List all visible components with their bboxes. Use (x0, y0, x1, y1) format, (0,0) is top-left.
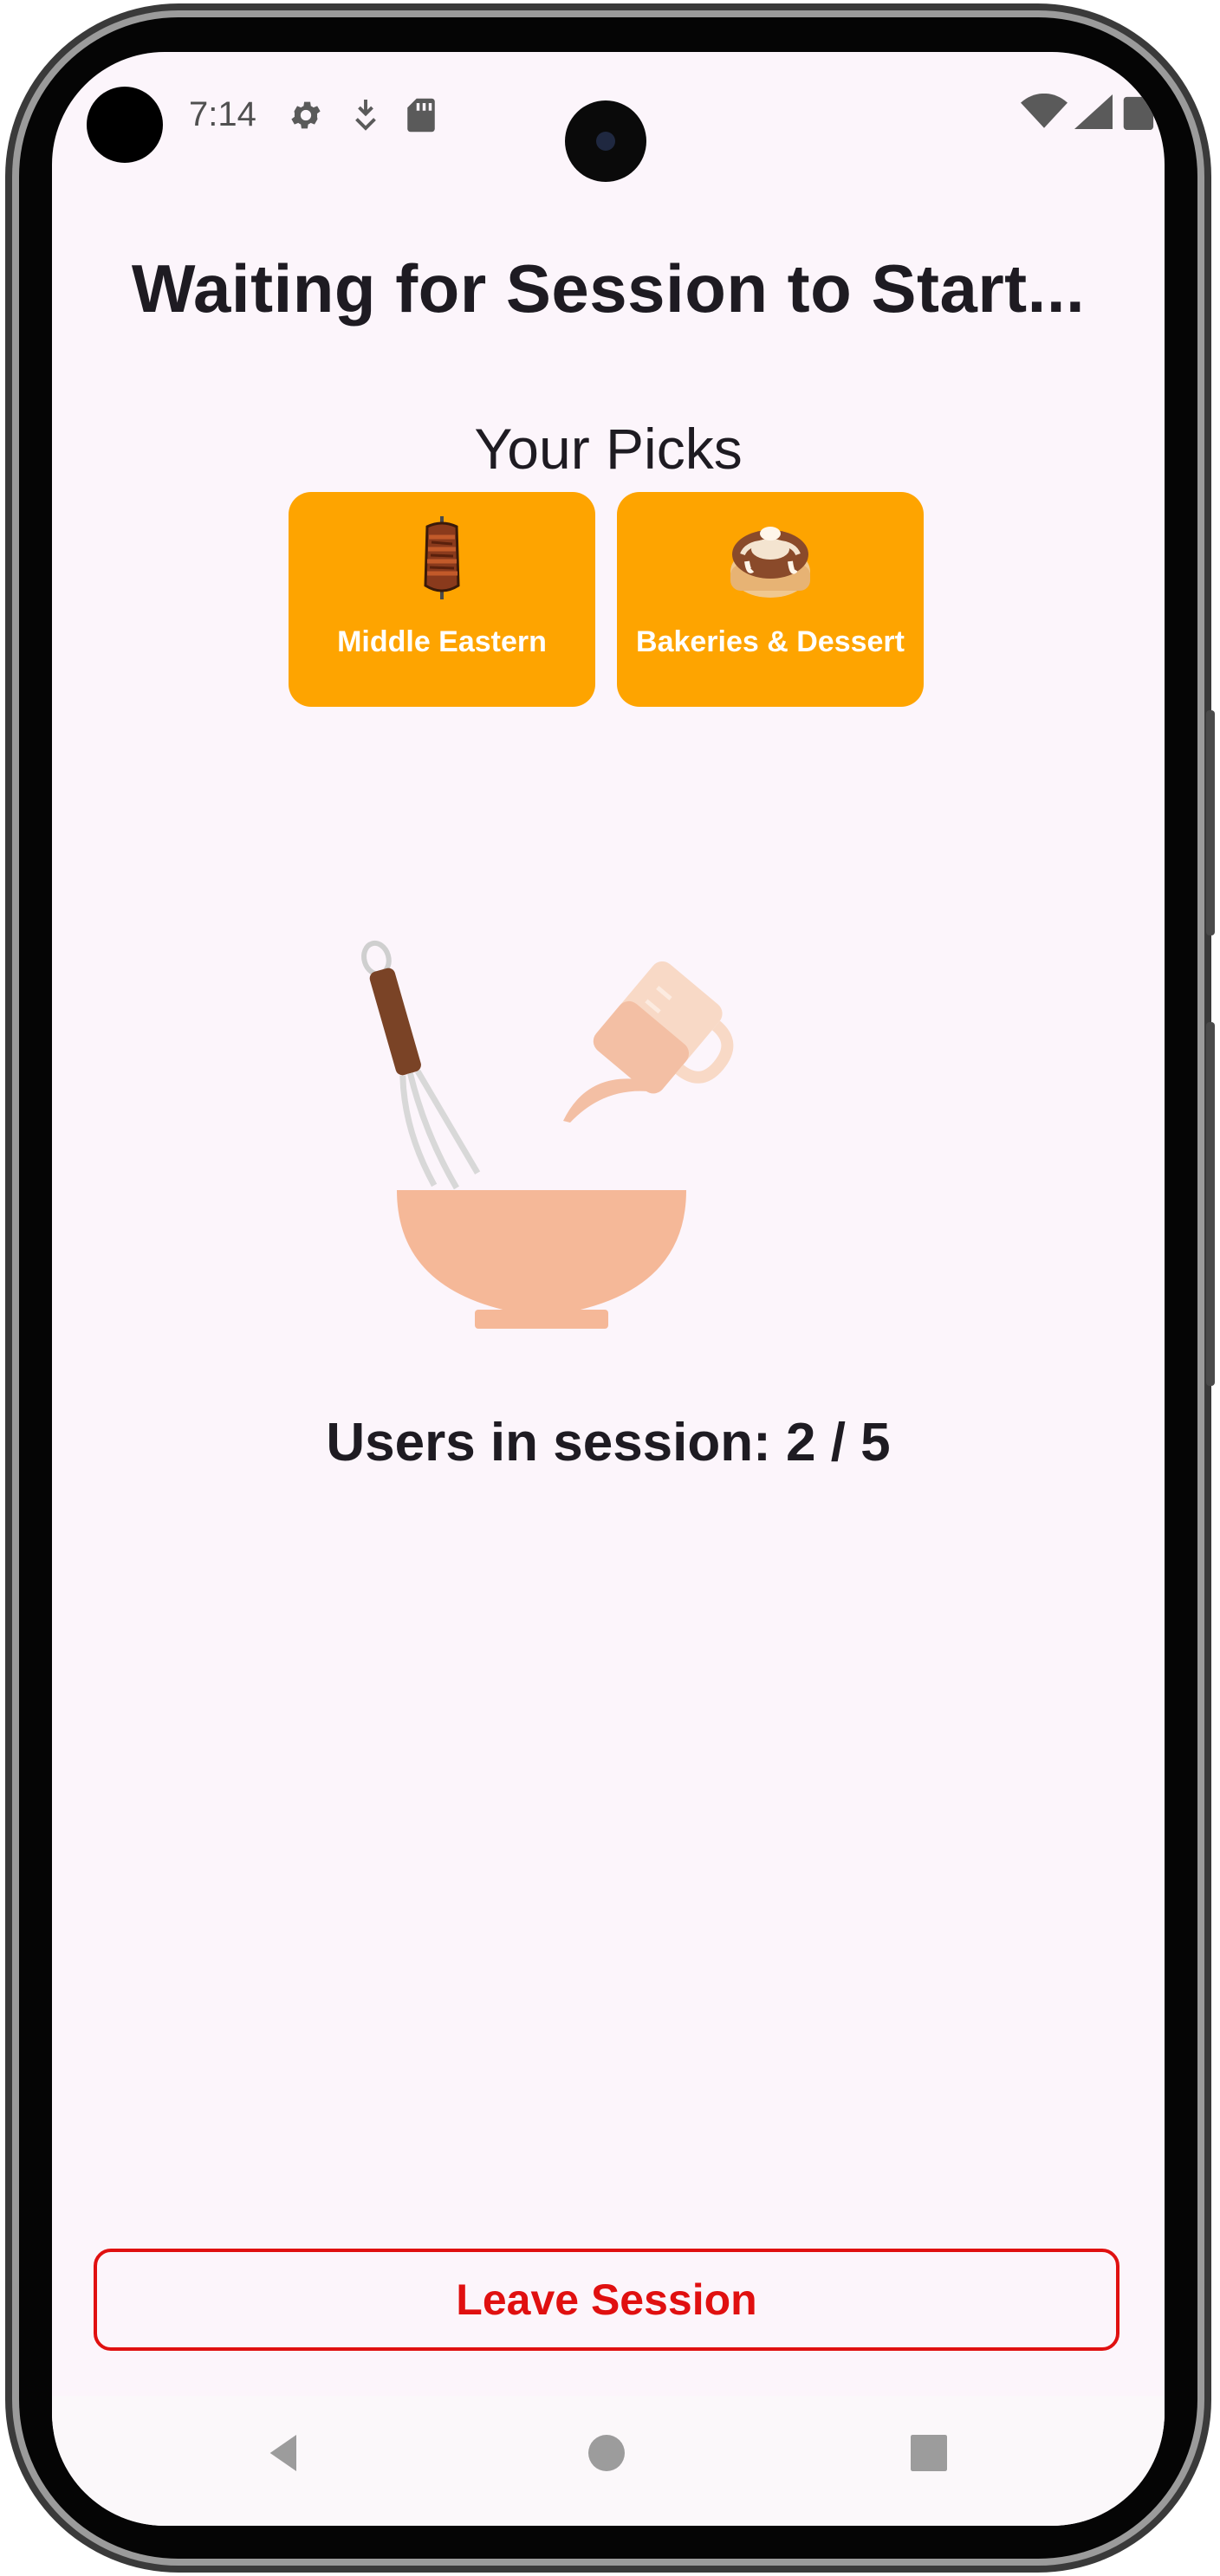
sd-card-icon (407, 98, 435, 133)
home-icon[interactable] (582, 2429, 631, 2477)
wifi-icon (1021, 94, 1068, 128)
battery-icon (1123, 96, 1154, 130)
front-camera (565, 100, 646, 182)
cell-signal-icon (1074, 94, 1113, 129)
recents-icon[interactable] (905, 2429, 953, 2477)
power-button (1206, 710, 1215, 935)
download-check-icon (355, 100, 376, 131)
back-icon[interactable] (260, 2429, 308, 2477)
mixing-bowl-whisk-icon (361, 940, 734, 1329)
pick-card-bakeries-dessert[interactable]: Bakeries & Dessert (617, 492, 924, 707)
system-nav-bar (52, 2396, 1165, 2526)
volume-button (1206, 1022, 1215, 1386)
shawarma-icon (424, 516, 460, 599)
leave-session-button[interactable]: Leave Session (94, 2249, 1119, 2351)
app-screen: 7:14 Waiting for Session to Start... You… (52, 52, 1165, 2526)
status-bar: 7:14 (52, 52, 1165, 182)
pick-label: Middle Eastern (337, 625, 547, 658)
picks-heading: Your Picks (474, 417, 743, 481)
status-time: 7:14 (189, 95, 256, 133)
cinnamon-roll-icon (730, 527, 810, 598)
pick-card-middle-eastern[interactable]: Middle Eastern (289, 492, 595, 707)
pick-label: Bakeries & Dessert (636, 625, 905, 658)
camera-cutout (87, 87, 163, 163)
users-in-session: Users in session: 2 / 5 (326, 1413, 891, 1472)
gear-icon (291, 101, 321, 129)
page-title: Waiting for Session to Start... (131, 250, 1086, 327)
